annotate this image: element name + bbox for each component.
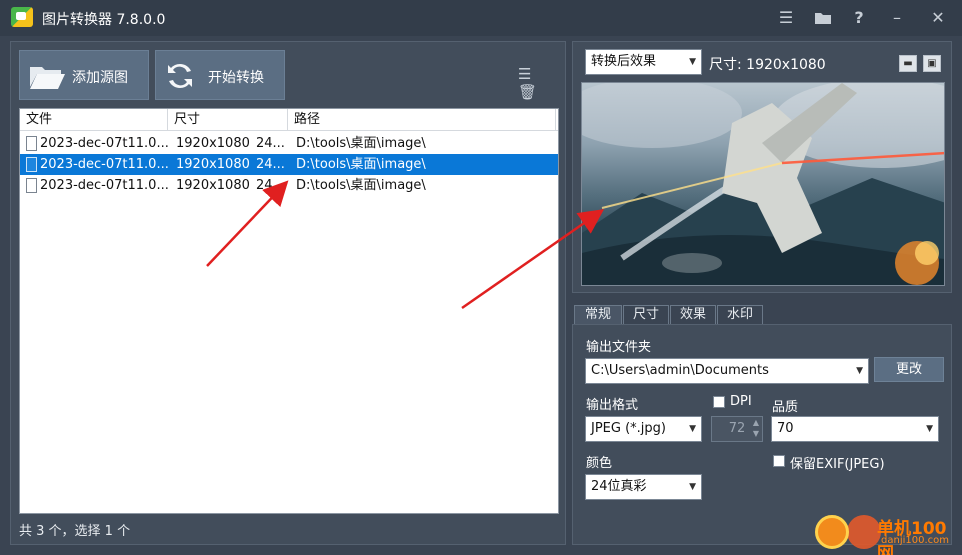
row-extra: 24... — [256, 178, 285, 193]
file-panel: 添加源图 开始转换 ☰🗑 文件 尺寸 路径 2023-dec-07t11.0..… — [10, 41, 566, 545]
table-row[interactable]: 2023-dec-07t11.0... 1920x1080 24... D:\t… — [20, 175, 558, 196]
column-header-file[interactable]: 文件 — [20, 109, 168, 131]
quality-label: 品质 — [772, 400, 799, 415]
chevron-down-icon: ▼ — [689, 57, 696, 67]
start-convert-label: 开始转换 — [208, 70, 264, 86]
preview-mode-value: 转换后效果 — [591, 54, 657, 69]
title-bar: 图片转换器 7.8.0.0 ☰ ? – ✕ — [0, 0, 962, 36]
window-title: 图片转换器 7.8.0.0 — [42, 12, 166, 28]
output-format-select[interactable]: JPEG (*.jpg) ▼ — [585, 416, 702, 442]
output-folder-select[interactable]: C:\Users\admin\Documents ▼ — [585, 358, 869, 384]
column-header-path[interactable]: 路径 — [288, 109, 556, 131]
chevron-down-icon: ▼ — [689, 482, 696, 492]
app-logo-icon — [11, 7, 33, 27]
file-icon — [26, 157, 37, 172]
save-icon[interactable]: ▣ — [923, 55, 941, 72]
clear-list-icon[interactable]: ☰🗑 — [518, 65, 550, 101]
stepper-arrows-icon[interactable]: ▲ ▼ — [753, 417, 759, 439]
tab-size[interactable]: 尺寸 — [623, 305, 669, 325]
file-list-header: 文件 尺寸 路径 — [20, 109, 558, 131]
folder-open-icon — [30, 67, 65, 89]
close-icon[interactable]: ✕ — [926, 6, 950, 30]
row-path: D:\tools\桌面\image\ — [296, 136, 426, 151]
refresh-icon — [168, 63, 192, 89]
row-path: D:\tools\桌面\image\ — [296, 178, 426, 193]
output-folder-value: C:\Users\admin\Documents — [591, 363, 769, 378]
add-source-button[interactable]: 添加源图 — [19, 50, 149, 100]
table-row[interactable]: 2023-dec-07t11.0... 1920x1080 24... D:\t… — [20, 133, 558, 154]
preview-size-label: 尺寸: 1920x1080 — [709, 57, 826, 73]
minimize-icon[interactable]: – — [885, 6, 909, 30]
file-icon — [26, 178, 37, 193]
dpi-stepper[interactable]: 72 ▲ ▼ — [711, 416, 763, 442]
row-size: 1920x1080 — [176, 157, 250, 172]
output-format-value: JPEG (*.jpg) — [591, 421, 666, 436]
add-source-label: 添加源图 — [72, 70, 128, 86]
tab-general[interactable]: 常规 — [574, 305, 622, 325]
output-format-label: 输出格式 — [586, 398, 639, 413]
preview-image — [581, 82, 945, 286]
watermark-logo-icon — [847, 515, 881, 549]
dpi-value: 72 — [728, 421, 746, 436]
chevron-down-icon: ▼ — [689, 424, 696, 434]
table-row[interactable]: 2023-dec-07t11.0... 1920x1080 24... D:\t… — [20, 154, 558, 175]
watermark-domain: danji100.com — [881, 535, 949, 546]
row-file-name: 2023-dec-07t11.0... — [40, 178, 168, 193]
color-label: 颜色 — [586, 456, 613, 471]
tab-effect[interactable]: 效果 — [670, 305, 716, 325]
row-extra: 24... — [256, 136, 285, 151]
chevron-down-icon: ▼ — [926, 424, 933, 434]
row-extra: 24... — [256, 157, 285, 172]
start-convert-button[interactable]: 开始转换 — [155, 50, 285, 100]
open-folder-icon[interactable]: ▬ — [899, 55, 917, 72]
quality-value: 70 — [777, 421, 794, 436]
site-watermark: 单机100网 danji100.com — [815, 512, 955, 555]
menu-icon[interactable]: ☰ — [774, 6, 798, 30]
color-depth-value: 24位真彩 — [591, 479, 647, 494]
chevron-down-icon: ▼ — [856, 366, 863, 376]
row-path: D:\tools\桌面\image\ — [296, 157, 426, 172]
row-size: 1920x1080 — [176, 136, 250, 151]
dpi-label: DPI — [730, 394, 752, 409]
file-icon — [26, 136, 37, 151]
row-file-name: 2023-dec-07t11.0... — [40, 136, 168, 151]
keep-exif-label: 保留EXIF(JPEG) — [790, 457, 885, 472]
tab-watermark[interactable]: 水印 — [717, 305, 763, 325]
preview-scene-art — [582, 83, 944, 285]
preview-panel: 转换后效果 ▼ 尺寸: 1920x1080 ▬ ▣ — [572, 41, 952, 293]
color-depth-select[interactable]: 24位真彩 ▼ — [585, 474, 702, 500]
file-list[interactable]: 文件 尺寸 路径 2023-dec-07t11.0... 1920x1080 2… — [19, 108, 559, 514]
row-file-name: 2023-dec-07t11.0... — [40, 157, 168, 172]
quality-select[interactable]: 70 ▼ — [771, 416, 939, 442]
preview-mode-select[interactable]: 转换后效果 ▼ — [585, 49, 702, 75]
help-icon[interactable]: ? — [847, 6, 871, 30]
status-text: 共 3 个，选择 1 个 — [19, 524, 131, 539]
folder-icon[interactable] — [811, 6, 835, 30]
dpi-checkbox[interactable] — [713, 396, 725, 408]
column-header-size[interactable]: 尺寸 — [168, 109, 288, 131]
change-folder-button[interactable]: 更改 — [874, 357, 944, 382]
row-size: 1920x1080 — [176, 178, 250, 193]
keep-exif-checkbox[interactable] — [773, 455, 785, 467]
output-folder-label: 输出文件夹 — [586, 340, 652, 355]
watermark-logo-icon — [815, 515, 849, 549]
